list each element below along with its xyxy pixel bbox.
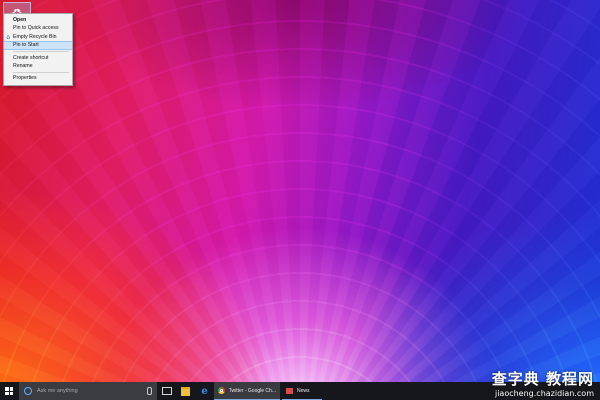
watermark-title: 查字典 教程网: [491, 370, 594, 388]
taskbar-app-chrome[interactable]: Twitter - Google Ch...: [214, 382, 280, 400]
menu-item-create-shortcut[interactable]: Create shortcut: [4, 54, 72, 62]
menu-item-label: Create shortcut: [13, 54, 49, 61]
menu-item-label: Empty Recycle Bin: [13, 33, 57, 40]
task-view-icon: [161, 387, 172, 395]
start-button[interactable]: [0, 382, 18, 400]
menu-separator: [13, 51, 69, 53]
taskbar-app-label: News: [297, 387, 310, 394]
menu-item-pin-quick-access[interactable]: Pin to Quick access: [4, 24, 72, 32]
menu-item-empty-recycle-bin[interactable]: ♻ Empty Recycle Bin: [4, 33, 72, 41]
cortana-icon: [24, 387, 32, 395]
desktop-wallpaper: ♻ Open Pin to Quick access ♻ Empty Recyc…: [0, 0, 600, 382]
taskbar-app-label: Twitter - Google Ch...: [228, 387, 276, 394]
menu-item-label: Rename: [13, 62, 33, 69]
edge-button[interactable]: e: [195, 382, 214, 400]
menu-item-label: Open: [13, 17, 27, 23]
menu-separator: [13, 71, 69, 73]
menu-item-properties[interactable]: Properties: [4, 74, 72, 82]
folder-icon: [181, 386, 190, 396]
search-box[interactable]: Ask me anything: [19, 382, 157, 400]
menu-item-pin-to-start[interactable]: Pin to Start: [4, 41, 72, 50]
context-menu: Open Pin to Quick access ♻ Empty Recycle…: [3, 13, 73, 86]
menu-item-label: Pin to Quick access: [13, 25, 59, 32]
menu-item-open[interactable]: Open: [4, 16, 72, 24]
windows-logo-icon: [5, 387, 13, 395]
edge-icon: e: [201, 385, 208, 397]
menu-item-rename[interactable]: Rename: [4, 62, 72, 70]
menu-item-label: Pin to Start: [13, 42, 39, 49]
news-icon: [286, 387, 293, 394]
watermark-url: jiaocheng.chazidian.com: [494, 389, 594, 398]
watermark: 查字典 教程网 jiaocheng.chazidian.com: [492, 368, 594, 398]
task-view-button[interactable]: [157, 382, 176, 400]
search-placeholder: Ask me anything: [37, 388, 78, 394]
file-explorer-button[interactable]: [176, 382, 195, 400]
chrome-icon: [218, 387, 225, 394]
taskbar-app-news[interactable]: News: [282, 382, 322, 400]
menu-item-label: Properties: [13, 75, 37, 82]
microphone-icon[interactable]: [147, 387, 152, 395]
